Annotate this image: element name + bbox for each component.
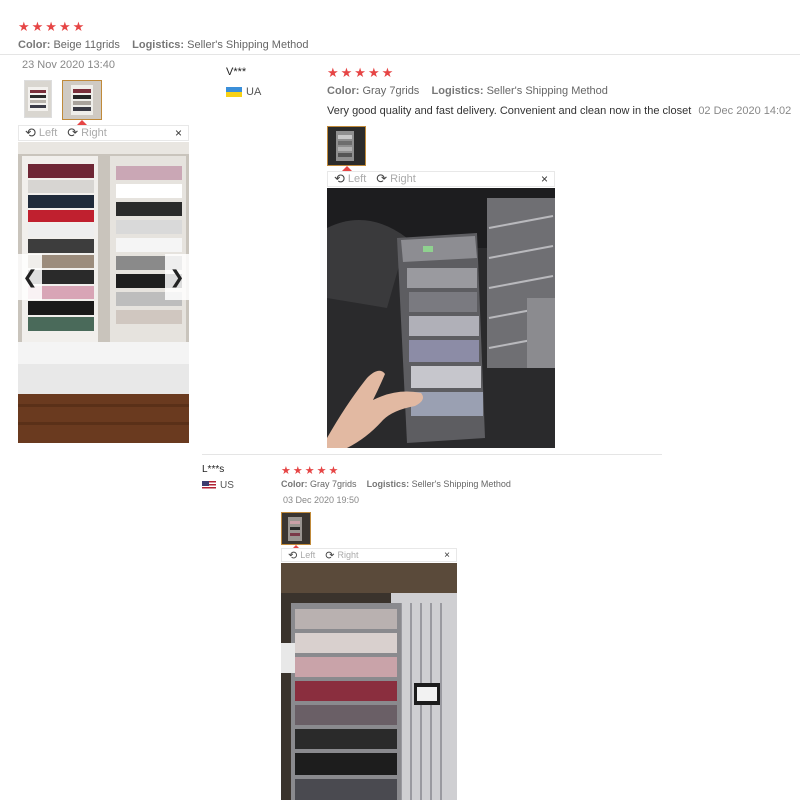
review2-logistics-label: Logistics: [431, 85, 484, 97]
flag-us-icon [202, 481, 216, 490]
review1-logistics-value: Seller's Shipping Method [187, 39, 309, 51]
rotate-right-label: Right [337, 550, 359, 560]
thumbnail-photo [25, 81, 51, 117]
review2-sku: Color: Gray 7grids Logistics: Seller's S… [327, 85, 608, 97]
review-divider [0, 54, 800, 55]
thumbnail-photo [282, 513, 310, 544]
review3-logistics-value: Seller's Shipping Method [411, 479, 511, 489]
review3-color-value: Gray 7grids [310, 479, 357, 489]
rotate-left-button[interactable]: ⟲ Left [334, 171, 366, 187]
thumbnail-photo [328, 127, 365, 165]
review2-thumbnail-1[interactable] [327, 126, 366, 166]
rotate-left-label: Left [38, 127, 58, 139]
rotate-right-icon: ⟳ [325, 549, 335, 562]
review1-stars: ★★★★★ [18, 19, 87, 34]
rotate-left-label: Left [300, 550, 316, 560]
rotate-right-icon: ⟳ [376, 171, 388, 186]
rotate-left-icon: ⟲ [334, 171, 345, 186]
review2-color-value: Gray 7grids [362, 85, 420, 97]
review1-sku: Color: Beige 11grids Logistics: Seller's… [18, 39, 309, 51]
rotate-right-button[interactable]: ⟳ Right [67, 125, 107, 141]
review2-logistics-value: Seller's Shipping Method [486, 85, 608, 97]
flag-ua-icon [226, 87, 242, 97]
review2-stars: ★★★★★ [327, 65, 396, 80]
rotate-left-icon: ⟲ [25, 125, 36, 140]
review3-author: L***s [202, 464, 225, 475]
review1-date: 23 Nov 2020 13:40 [22, 59, 115, 71]
rotate-right-icon: ⟳ [67, 125, 79, 140]
review1-color-label: Color: [18, 39, 51, 51]
review3-photo [281, 563, 457, 800]
close-icon[interactable]: × [541, 172, 548, 186]
review3-country-code: US [220, 480, 234, 491]
chevron-right-icon: ❯ [169, 266, 185, 287]
review2-country: UA [226, 86, 261, 98]
review2-author: V*** [226, 66, 247, 78]
rotate-right-button[interactable]: ⟳ Right [376, 171, 416, 187]
rotate-right-label: Right [81, 127, 107, 139]
close-icon[interactable]: × [175, 126, 182, 140]
next-image-button[interactable]: ❯ [165, 254, 189, 300]
review2-photo [327, 188, 555, 448]
rotate-left-icon: ⟲ [288, 549, 298, 562]
review2-text: Very good quality and fast delivery. Con… [327, 105, 692, 117]
review1-viewer-toolbar: ⟲ Left ⟳ Right × [18, 125, 189, 141]
review3-country: US [202, 480, 234, 491]
review3-thumbnail-1[interactable] [281, 512, 311, 545]
review2-color-label: Color: [327, 85, 360, 97]
chevron-left-icon: ❮ [22, 266, 38, 287]
rotate-right-label: Right [390, 173, 416, 185]
review2-date: 02 Dec 2020 14:02 [698, 105, 792, 117]
review3-color-label: Color: [281, 479, 308, 489]
review3-sku: Color: Gray 7grids Logistics: Seller's S… [281, 479, 511, 489]
review3-viewer-toolbar: ⟲ Left ⟳ Right × [281, 548, 457, 562]
review3-stars: ★★★★★ [281, 465, 341, 477]
review1-thumbnail-2[interactable] [62, 80, 102, 120]
review2-country-code: UA [246, 86, 262, 98]
review1-thumbnail-1[interactable] [24, 80, 52, 118]
rotate-right-button[interactable]: ⟳ Right [325, 549, 358, 562]
review1-color-value: Beige 11grids [53, 39, 120, 51]
close-icon[interactable]: × [444, 550, 450, 561]
rotate-left-button[interactable]: ⟲ Left [25, 125, 57, 141]
review3-date: 03 Dec 2020 19:50 [283, 495, 360, 505]
review1-photo [18, 142, 189, 443]
review1-logistics-label: Logistics: [132, 39, 185, 51]
review2-body: Very good quality and fast delivery. Con… [327, 105, 791, 117]
rotate-left-button[interactable]: ⟲ Left [288, 549, 315, 562]
review3-logistics-label: Logistics: [366, 479, 410, 489]
rotate-left-label: Left [347, 173, 367, 185]
previous-image-button[interactable]: ❮ [18, 254, 42, 300]
review2-viewer-toolbar: ⟲ Left ⟳ Right × [327, 171, 555, 187]
review-divider [202, 454, 662, 455]
thumbnail-photo [63, 81, 101, 119]
